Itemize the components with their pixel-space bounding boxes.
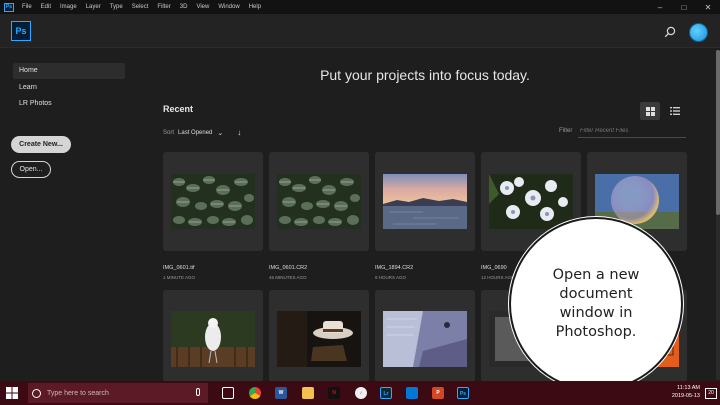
menu-view[interactable]: View	[196, 4, 209, 10]
sort-bar: Sort Last Opened ⌄ ↓	[163, 128, 241, 137]
windows-start-icon[interactable]	[4, 385, 20, 401]
file-thumbnail	[277, 311, 361, 367]
recent-file-card[interactable]	[375, 152, 475, 251]
file-thumbnail	[383, 174, 467, 229]
menu-file[interactable]: File	[22, 4, 32, 10]
menu-edit[interactable]: Edit	[41, 4, 51, 10]
recent-file-card[interactable]	[163, 152, 263, 251]
photoshop-taskbar-icon[interactable]: Ps	[457, 387, 469, 399]
sidebar-item-lr-photos[interactable]: LR Photos	[13, 96, 125, 112]
search-icon[interactable]	[664, 26, 676, 38]
open-button[interactable]: Open...	[11, 161, 51, 178]
filter-label: Filter	[559, 128, 573, 134]
itunes-icon[interactable]: ♪	[355, 387, 367, 399]
sort-direction-arrow-icon[interactable]: ↓	[237, 128, 241, 137]
chrome-icon[interactable]	[249, 387, 261, 399]
menu-layer[interactable]: Layer	[86, 4, 101, 10]
close-button[interactable]: ✕	[696, 0, 720, 14]
task-view-icon[interactable]	[222, 387, 234, 399]
sidebar-item-home[interactable]: Home	[13, 63, 125, 79]
file-thumbnail	[383, 311, 467, 367]
menu-window[interactable]: Window	[218, 4, 239, 10]
menu-type[interactable]: Type	[110, 4, 123, 10]
recent-file-card[interactable]	[269, 290, 369, 382]
powerpoint-icon[interactable]: P	[432, 387, 444, 399]
windows-taskbar: Type here to search W N ♪ Lr P Ps 11:13 …	[0, 381, 720, 405]
list-view-icon[interactable]	[668, 104, 682, 118]
file-opened-time: 45 MINUTES AGO	[269, 275, 307, 280]
menu-select[interactable]: Select	[132, 4, 149, 10]
file-thumbnail	[171, 311, 255, 367]
clock-time: 11:13 AM	[677, 385, 700, 391]
snipping-tool-icon[interactable]	[406, 387, 418, 399]
file-thumbnail	[171, 174, 255, 229]
minimize-button[interactable]: –	[648, 0, 672, 14]
cortana-icon	[32, 388, 41, 398]
grid-view-button[interactable]	[640, 102, 660, 120]
notification-center-icon[interactable]: 20	[705, 388, 717, 399]
file-explorer-icon[interactable]	[302, 387, 314, 399]
file-opened-time: 1 MINUTE AGO	[163, 275, 196, 280]
filter-input[interactable]	[578, 124, 686, 138]
sort-label: Sort	[163, 129, 175, 136]
menu-image[interactable]: Image	[60, 4, 77, 10]
sort-dropdown[interactable]: Last Opened	[178, 130, 212, 136]
file-name: IMG_1894.CR2	[375, 265, 414, 271]
scrollbar-thumb[interactable]	[716, 50, 720, 215]
file-name: IMG_0601.CR2	[269, 265, 308, 271]
page-headline: Put your projects into focus today.	[320, 67, 530, 83]
menu-bar: Ps File Edit Image Layer Type Select Fil…	[0, 0, 720, 14]
recent-section-title: Recent	[163, 104, 194, 114]
sidebar: Home Learn LR Photos Create New... Open.…	[0, 48, 140, 381]
recent-file-card[interactable]	[269, 152, 369, 251]
menu-3d[interactable]: 3D	[180, 4, 188, 10]
menu-help[interactable]: Help	[249, 4, 261, 10]
menu-filter[interactable]: Filter	[157, 4, 170, 10]
photoshop-app-icon: Ps	[4, 2, 14, 12]
netflix-icon[interactable]: N	[328, 387, 340, 399]
file-opened-time: 9 HOURS AGO	[375, 275, 407, 280]
word-icon[interactable]: W	[275, 387, 287, 399]
taskbar-search-box[interactable]: Type here to search	[28, 383, 208, 403]
photoshop-logo: Ps	[11, 21, 31, 41]
grid-view-icon	[645, 106, 655, 116]
create-new-button[interactable]: Create New...	[11, 136, 71, 153]
photoshop-home-window: Ps File Edit Image Layer Type Select Fil…	[0, 0, 720, 405]
sidebar-item-learn[interactable]: Learn	[13, 80, 125, 96]
app-header: Ps	[0, 14, 720, 48]
file-thumbnail	[277, 174, 361, 229]
microphone-icon[interactable]	[196, 388, 200, 396]
lightroom-icon[interactable]: Lr	[380, 387, 392, 399]
callout-text: Open a new document window in Photoshop.	[552, 267, 640, 340]
window-controls: – □ ✕	[648, 0, 720, 14]
taskbar-search-placeholder: Type here to search	[47, 389, 109, 397]
file-name: IMG_0601.tif	[163, 265, 195, 271]
maximize-button[interactable]: □	[672, 0, 696, 14]
recent-file-card[interactable]	[163, 290, 263, 382]
file-thumbnail	[489, 174, 573, 229]
recent-file-card[interactable]	[375, 290, 475, 382]
system-clock[interactable]: 11:13 AM 2019-05-13	[672, 384, 700, 400]
user-avatar[interactable]	[689, 23, 708, 42]
annotation-callout: Open a new document window in Photoshop.	[509, 217, 683, 391]
chevron-down-icon[interactable]: ⌄	[217, 129, 223, 137]
clock-date: 2019-05-13	[671, 393, 700, 399]
